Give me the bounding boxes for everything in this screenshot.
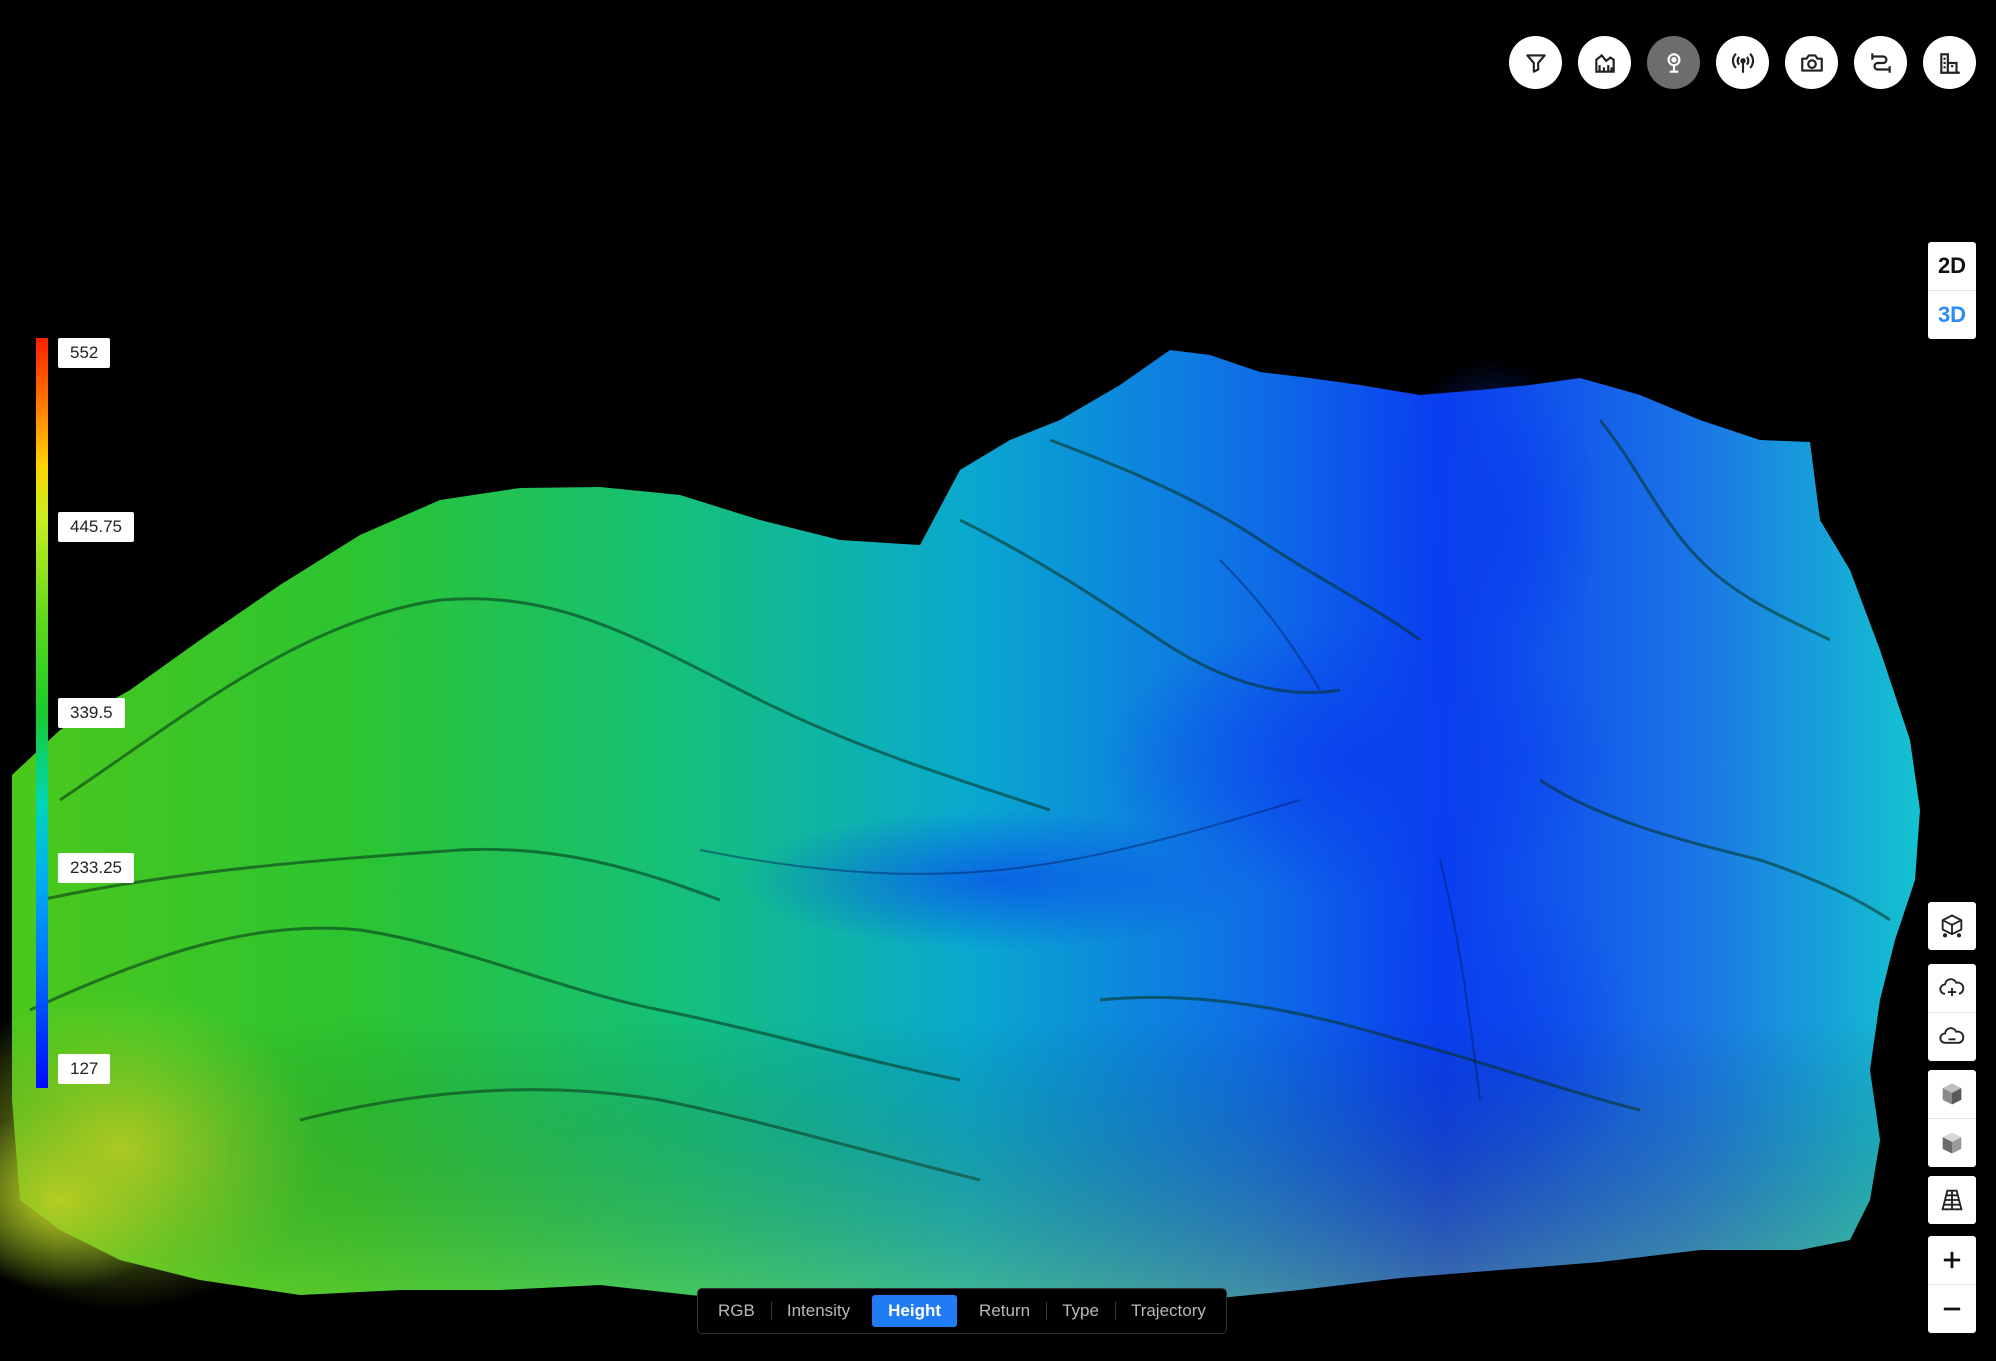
zoom-in-icon <box>1943 1251 1961 1269</box>
top-toolbar <box>1509 36 1976 89</box>
point-cloud-viewport[interactable]: 2D 3D 552 445.75 339.5 233.25 127 RGB In… <box>0 0 1996 1361</box>
area-chart-button[interactable] <box>1578 36 1631 89</box>
building-icon <box>1939 52 1960 74</box>
zoom-out-button[interactable] <box>1928 1284 1976 1333</box>
legend-label: 339.5 <box>58 698 125 728</box>
location-pin-button[interactable] <box>1647 36 1700 89</box>
view-mode-toggle: 2D 3D <box>1928 242 1976 339</box>
filter-button[interactable] <box>1509 36 1562 89</box>
camera-button[interactable] <box>1785 36 1838 89</box>
camera-icon <box>1800 53 1823 72</box>
filter-icon <box>1525 53 1546 73</box>
cloud-tools-group <box>1928 964 1976 1061</box>
tab-trajectory[interactable]: Trajectory <box>1114 1295 1222 1327</box>
zoom-group <box>1928 1236 1976 1333</box>
height-color-scale <box>36 338 48 1088</box>
legend-label-max: 552 <box>58 338 111 368</box>
point-cloud-cube-button[interactable] <box>1928 902 1976 950</box>
route-button[interactable] <box>1854 36 1907 89</box>
legend-label: 445.75 <box>58 512 134 542</box>
antenna-icon <box>1731 52 1754 73</box>
perspective-grid-icon <box>1941 1189 1963 1211</box>
tab-height[interactable]: Height <box>872 1295 958 1327</box>
render-style-group <box>1928 1070 1976 1167</box>
terrain-shading <box>12 350 1920 1305</box>
route-icon <box>1870 52 1891 73</box>
cloud-add-icon <box>1939 978 1965 997</box>
cloud-remove-icon <box>1939 1027 1965 1044</box>
perspective-grid-button[interactable] <box>1928 1176 1976 1224</box>
point-cloud-terrain[interactable] <box>0 0 1996 1361</box>
area-chart-icon <box>1594 53 1615 73</box>
point-cloud-cube-icon <box>1941 914 1963 938</box>
tab-intensity[interactable]: Intensity <box>770 1295 866 1327</box>
tab-return[interactable]: Return <box>963 1295 1046 1327</box>
location-pin-icon <box>1667 52 1680 73</box>
building-button[interactable] <box>1923 36 1976 89</box>
view-3d-button[interactable]: 3D <box>1928 290 1976 339</box>
cube-solid-button[interactable] <box>1928 1070 1976 1118</box>
tab-type[interactable]: Type <box>1046 1295 1115 1327</box>
point-cloud-tools <box>1928 902 1976 950</box>
antenna-button[interactable] <box>1716 36 1769 89</box>
cube-solid-icon <box>1942 1083 1962 1105</box>
cloud-remove-button[interactable] <box>1928 1012 1976 1061</box>
cube-shaded-icon <box>1942 1132 1962 1154</box>
view-2d-button[interactable]: 2D <box>1928 242 1976 290</box>
color-mode-tabs: RGB Intensity Height Return Type Traject… <box>697 1288 1227 1334</box>
tab-rgb[interactable]: RGB <box>702 1295 771 1327</box>
zoom-out-icon <box>1943 1307 1961 1311</box>
legend-label-min: 127 <box>58 1054 111 1084</box>
legend-label: 233.25 <box>58 853 134 883</box>
cloud-add-button[interactable] <box>1928 964 1976 1012</box>
zoom-in-button[interactable] <box>1928 1236 1976 1284</box>
cube-shaded-button[interactable] <box>1928 1118 1976 1167</box>
perspective-group <box>1928 1176 1976 1224</box>
